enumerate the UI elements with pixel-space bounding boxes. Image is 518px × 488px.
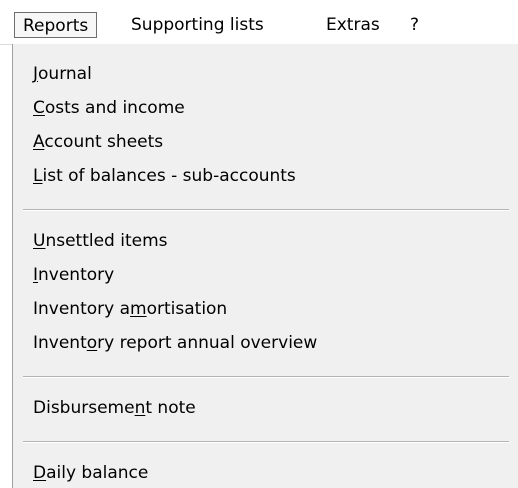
menu-reports[interactable]: Reports (14, 12, 98, 38)
menu-item-list-of-balances-sub-accounts[interactable]: List of balances - sub-accounts (33, 160, 296, 192)
menu-separator (23, 209, 509, 211)
menu-supporting-lists[interactable]: Supporting lists (131, 12, 264, 38)
menu-help[interactable]: ? (410, 12, 419, 38)
access-key-letter: A (33, 132, 45, 152)
access-key-letter: L (33, 166, 43, 186)
access-key-letter: C (33, 98, 45, 118)
menu-bar: Reports Supporting lists Extras ? (0, 0, 518, 45)
access-key-letter: U (33, 231, 46, 251)
menu-separator (23, 376, 509, 378)
menu-item-disbursement-note[interactable]: Disbursement note (33, 392, 196, 424)
menu-item-daily-balance[interactable]: Daily balance (33, 457, 148, 488)
menu-item-account-sheets[interactable]: Account sheets (33, 126, 163, 158)
access-key-letter: J (33, 64, 39, 84)
access-key-letter: D (33, 463, 47, 483)
access-key-letter: I (33, 265, 39, 285)
menu-item-inventory-report-annual-overview[interactable]: Inventory report annual overview (33, 327, 317, 359)
menu-item-inventory-amortisation[interactable]: Inventory amortisation (33, 293, 227, 325)
access-key-letter: n (134, 398, 146, 418)
menu-item-inventory[interactable]: Inventory (33, 259, 114, 291)
menu-extras[interactable]: Extras (326, 12, 380, 38)
access-key-letter: o (86, 333, 98, 353)
reports-dropdown-menu: Journal Costs and income Account sheets … (12, 44, 518, 488)
menu-item-journal[interactable]: Journal (33, 58, 92, 90)
menu-item-unsettled-items[interactable]: Unsettled items (33, 225, 168, 257)
access-key-letter: m (130, 299, 147, 319)
menu-item-costs-and-income[interactable]: Costs and income (33, 92, 185, 124)
menu-separator (23, 441, 509, 443)
application-window: Reports Supporting lists Extras ? Journa… (0, 0, 518, 488)
